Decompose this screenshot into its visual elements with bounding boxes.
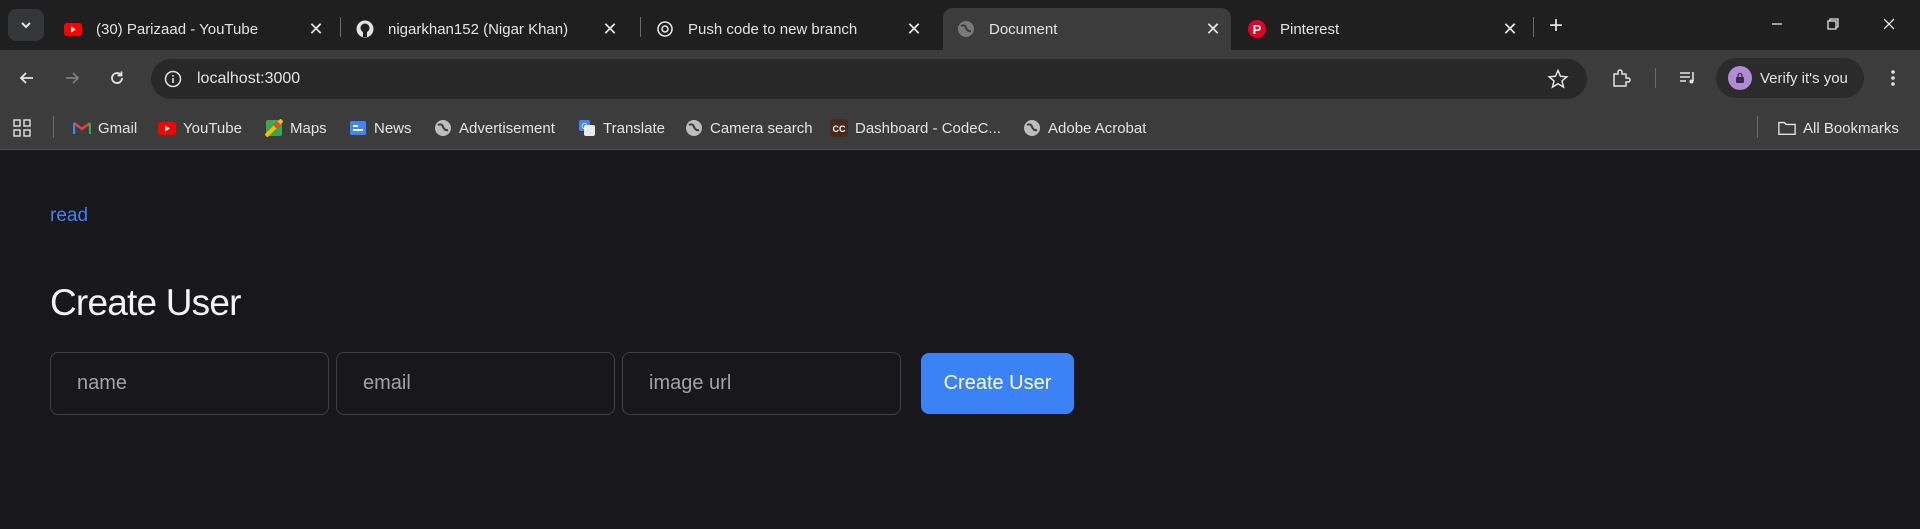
globe-icon — [1023, 119, 1041, 137]
restore-icon — [1827, 18, 1839, 30]
puzzle-icon — [1613, 69, 1631, 87]
browser-toolbar: localhost:3000 Verify it's you — [0, 50, 1920, 106]
create-user-button[interactable]: Create User — [921, 353, 1074, 414]
name-input[interactable] — [50, 352, 329, 415]
page-content: read Create User Create User — [0, 151, 1920, 529]
github-icon — [356, 20, 374, 38]
globe-icon — [434, 119, 452, 137]
folder-icon — [1778, 119, 1796, 137]
site-info-icon[interactable] — [161, 67, 185, 91]
apps-grid-icon — [13, 119, 31, 137]
email-input[interactable] — [336, 352, 615, 415]
browser-chrome: (30) Parizaad - YouTube ✕ nigarkhan152 (… — [0, 0, 1920, 151]
address-bar[interactable]: localhost:3000 — [151, 59, 1587, 99]
bookmark-divider — [1757, 116, 1758, 138]
image-url-input[interactable] — [622, 352, 901, 415]
tab-strip: (30) Parizaad - YouTube ✕ nigarkhan152 (… — [0, 0, 1920, 50]
close-tab-icon[interactable]: ✕ — [304, 17, 328, 41]
bookmark-star-icon[interactable] — [1547, 68, 1569, 90]
bookmark-gmail[interactable]: Gmail — [73, 116, 137, 140]
arrow-left-icon — [19, 72, 33, 84]
youtube-icon — [64, 20, 82, 38]
bookmark-advertisement[interactable]: Advertisement — [434, 116, 555, 140]
extensions-button[interactable] — [1605, 62, 1637, 94]
tab-separator — [1533, 17, 1534, 37]
read-link[interactable]: read — [50, 205, 88, 227]
playlist-icon — [1680, 72, 1694, 84]
codecademy-icon: CC — [830, 119, 848, 137]
bookmark-camera-search[interactable]: Camera search — [685, 116, 813, 140]
bookmark-dashboard-codecademy[interactable]: CC Dashboard - CodeC... — [830, 116, 1001, 140]
bookmark-news[interactable]: News — [349, 116, 412, 140]
page-title: Create User — [50, 282, 241, 323]
chevron-down-icon — [21, 22, 31, 29]
tab-search-button[interactable] — [8, 9, 44, 41]
youtube-icon — [158, 119, 176, 137]
forward-button[interactable] — [56, 62, 88, 94]
url-text[interactable]: localhost:3000 — [197, 70, 300, 88]
profile-verify-button[interactable]: Verify it's you — [1716, 58, 1864, 98]
tab-youtube[interactable]: (30) Parizaad - YouTube ✕ — [50, 8, 334, 50]
tab-github[interactable]: nigarkhan152 (Nigar Khan) ✕ — [342, 8, 628, 50]
close-tab-icon[interactable]: ✕ — [902, 17, 926, 41]
svg-text:G: G — [581, 122, 587, 131]
reload-button[interactable] — [101, 62, 133, 94]
bookmark-divider — [53, 116, 54, 138]
gmail-icon — [73, 119, 91, 137]
news-icon — [349, 119, 367, 137]
pinterest-icon: P — [1248, 20, 1266, 38]
toolbar-divider — [1655, 68, 1656, 88]
all-bookmarks-button[interactable]: All Bookmarks — [1778, 116, 1899, 140]
bookmark-youtube[interactable]: YouTube — [158, 116, 242, 140]
close-tab-icon[interactable]: ✕ — [598, 17, 622, 41]
tab-pinterest[interactable]: P Pinterest ✕ — [1234, 8, 1528, 50]
close-icon — [1883, 18, 1895, 30]
close-tab-icon[interactable]: ✕ — [1498, 17, 1522, 41]
more-vertical-icon — [1891, 70, 1895, 86]
bookmark-maps[interactable]: Maps — [265, 116, 327, 140]
restore-button[interactable] — [1810, 8, 1856, 40]
minimize-icon — [1772, 23, 1782, 25]
translate-icon: G — [578, 119, 596, 137]
new-tab-button[interactable]: + — [1542, 12, 1570, 40]
globe-icon — [957, 20, 975, 38]
avatar — [1728, 66, 1752, 90]
apps-button[interactable] — [13, 116, 31, 140]
lock-icon — [1736, 72, 1744, 83]
media-control-button[interactable] — [1672, 62, 1704, 94]
maps-icon — [265, 119, 283, 137]
minimize-button[interactable] — [1754, 8, 1800, 40]
chatgpt-icon — [656, 20, 674, 38]
profile-label: Verify it's you — [1760, 69, 1848, 87]
bookmark-adobe-acrobat[interactable]: Adobe Acrobat — [1023, 116, 1146, 140]
tab-separator — [640, 17, 641, 37]
reload-icon — [111, 71, 123, 84]
tab-chatgpt[interactable]: Push code to new branch ✕ — [642, 8, 932, 50]
svg-text:P: P — [1253, 22, 1262, 37]
globe-icon — [685, 119, 703, 137]
tab-separator — [340, 17, 341, 37]
close-window-button[interactable] — [1866, 8, 1912, 40]
tab-document[interactable]: Document ✕ — [943, 8, 1231, 50]
svg-text:CC: CC — [833, 124, 846, 134]
bookmarks-bar: Gmail YouTube Maps News Advertisement G … — [0, 106, 1920, 150]
arrow-right-icon — [66, 72, 80, 84]
menu-button[interactable] — [1877, 62, 1909, 94]
close-tab-icon[interactable]: ✕ — [1201, 17, 1225, 41]
back-button[interactable] — [11, 62, 43, 94]
bookmark-translate[interactable]: G Translate — [578, 116, 665, 140]
